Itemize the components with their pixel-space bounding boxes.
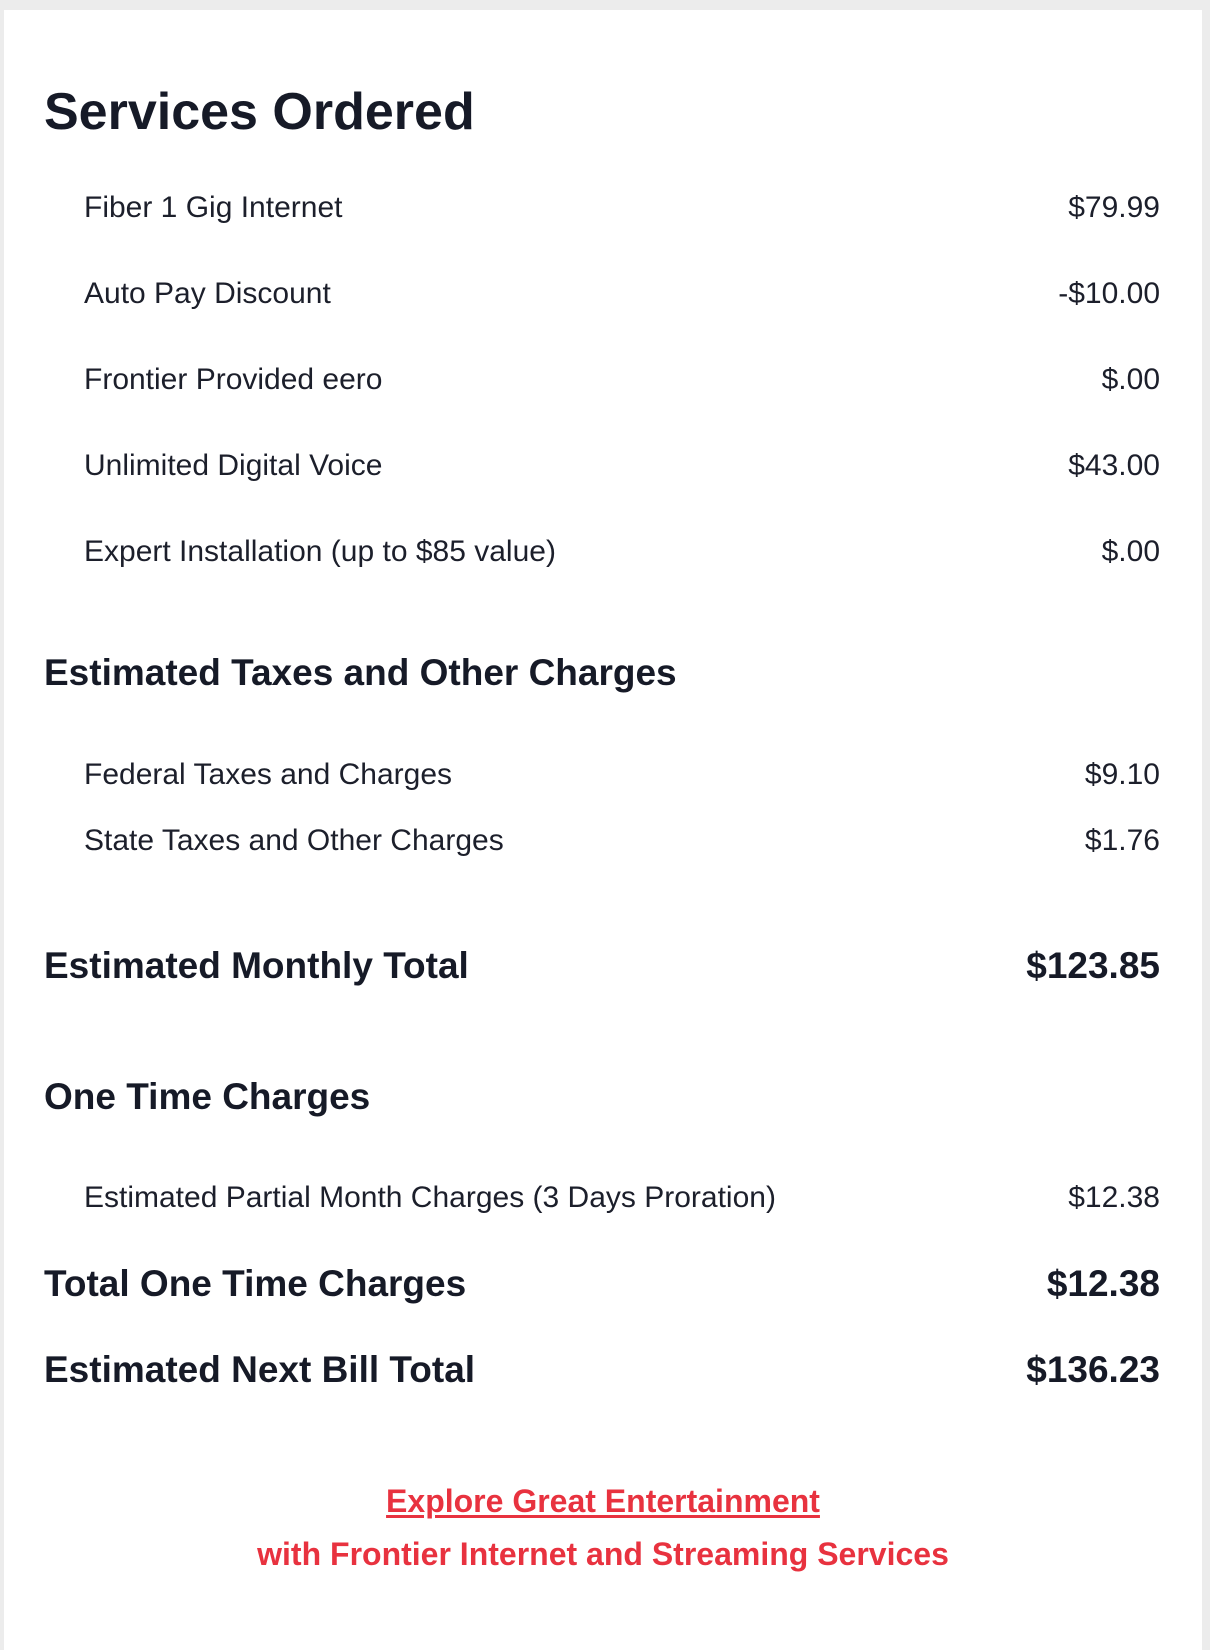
- line-item-amount: $79.99: [1068, 191, 1160, 224]
- total-one-time-charges: Total One Time Charges $12.38: [44, 1260, 1160, 1308]
- line-item-partial-month: Estimated Partial Month Charges (3 Days …: [84, 1178, 1160, 1218]
- line-item-amount: $43.00: [1068, 449, 1160, 482]
- promo-link-line: Explore Great Entertainment: [4, 1483, 1202, 1520]
- line-item-label: Fiber 1 Gig Internet: [84, 191, 343, 224]
- line-item-federal-taxes: Federal Taxes and Charges $9.10: [84, 755, 1160, 795]
- line-item-label: Expert Installation (up to $85 value): [84, 535, 556, 568]
- line-item-amount: $.00: [1101, 535, 1160, 568]
- line-item-amount: $9.10: [1084, 758, 1160, 791]
- line-item-auto-pay-discount: Auto Pay Discount -$10.00: [84, 274, 1160, 314]
- promo-subtext: with Frontier Internet and Streaming Ser…: [257, 1536, 949, 1572]
- line-item-label: Unlimited Digital Voice: [84, 449, 383, 482]
- line-item-digital-voice: Unlimited Digital Voice $43.00: [84, 446, 1160, 486]
- line-item-state-taxes: State Taxes and Other Charges $1.76: [84, 821, 1160, 861]
- line-item-expert-installation: Expert Installation (up to $85 value) $.…: [84, 532, 1160, 572]
- estimated-taxes-title: Estimated Taxes and Other Charges: [44, 652, 677, 693]
- one-time-charges-title: One Time Charges: [44, 1076, 371, 1117]
- line-item-label: Frontier Provided eero: [84, 363, 383, 396]
- total-amount: $136.23: [1026, 1349, 1160, 1390]
- line-item-fiber-internet: Fiber 1 Gig Internet $79.99: [84, 188, 1160, 228]
- total-label: Estimated Next Bill Total: [44, 1349, 476, 1390]
- line-item-amount: -$10.00: [1058, 277, 1160, 310]
- total-amount: $12.38: [1046, 1263, 1160, 1304]
- order-summary-card: Services Ordered Fiber 1 Gig Internet $7…: [4, 10, 1202, 1650]
- total-label: Total One Time Charges: [44, 1263, 467, 1304]
- estimated-next-bill-total: Estimated Next Bill Total $136.23: [44, 1346, 1160, 1394]
- total-amount: $123.85: [1026, 945, 1160, 986]
- line-item-label: Federal Taxes and Charges: [84, 758, 452, 791]
- explore-entertainment-link[interactable]: Explore Great Entertainment: [386, 1483, 820, 1519]
- line-item-eero: Frontier Provided eero $.00: [84, 360, 1160, 400]
- line-item-label: State Taxes and Other Charges: [84, 824, 504, 857]
- line-item-label: Auto Pay Discount: [84, 277, 331, 310]
- line-item-amount: $12.38: [1068, 1181, 1160, 1214]
- services-ordered-title: Services Ordered: [44, 83, 475, 141]
- line-item-amount: $1.76: [1084, 824, 1160, 857]
- line-item-amount: $.00: [1101, 363, 1160, 396]
- total-label: Estimated Monthly Total: [44, 945, 469, 986]
- estimated-monthly-total: Estimated Monthly Total $123.85: [44, 942, 1160, 990]
- line-item-label: Estimated Partial Month Charges (3 Days …: [84, 1181, 776, 1214]
